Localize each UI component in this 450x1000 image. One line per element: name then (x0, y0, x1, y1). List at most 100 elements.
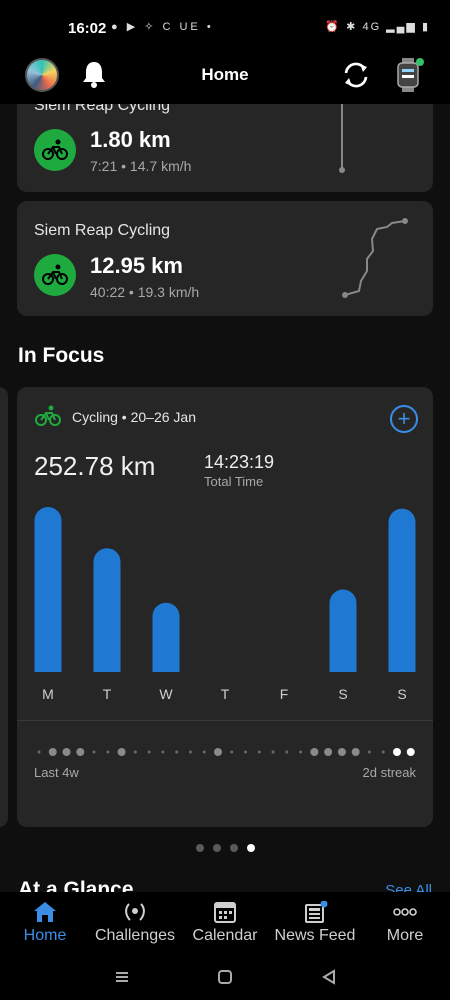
streak-dot (285, 750, 289, 754)
system-nav-bar (0, 954, 450, 1000)
see-all-link[interactable]: See All (385, 882, 432, 892)
app-header: Home (0, 46, 450, 104)
bar-base (388, 658, 416, 672)
previous-focus-card[interactable] (0, 387, 8, 827)
more-icon (393, 908, 417, 916)
streak-label: 2d streak (362, 765, 416, 780)
status-bar: 16:02 ● ▶ ✧ C UE • ⏰ ✱ 4G ▂▄▆ ▮ (0, 0, 450, 46)
route-map (342, 218, 408, 298)
streak-dot (188, 750, 192, 754)
day-label: S (338, 686, 348, 702)
streak-dot (92, 750, 96, 754)
streak-dots (37, 748, 415, 756)
activity-card[interactable]: Siem Reap Cycling 1.80 km 7:21 • 14.7 km… (17, 104, 433, 192)
bar (93, 548, 121, 672)
news-icon (305, 901, 328, 923)
pager-dot[interactable] (212, 844, 221, 852)
streak-dot (271, 750, 275, 754)
carousel-pager[interactable] (0, 844, 450, 854)
day-label: T (102, 686, 112, 702)
activity-distance: 1.80 km (90, 127, 171, 152)
day-label: S (397, 686, 407, 702)
page-title: Home (201, 65, 249, 84)
streak-dot (324, 748, 333, 756)
back-icon[interactable] (321, 969, 337, 985)
status-time: 16:02 (68, 20, 107, 37)
status-system-icons: ⏰ ✱ 4G ▂▄▆ ▮ (325, 21, 430, 33)
total-distance: 252.78 km (34, 451, 156, 481)
nav-calendar[interactable]: Calendar (180, 892, 270, 954)
streak-dot (106, 750, 110, 754)
bar (388, 508, 416, 672)
day-label: T (220, 686, 230, 702)
nav-label: News Feed (274, 927, 356, 944)
cycling-icon (34, 129, 76, 171)
activity-title: Siem Reap Cycling (34, 222, 171, 239)
streak-dot (213, 748, 222, 756)
nav-news-feed[interactable]: News Feed (270, 892, 360, 954)
activity-details: 40:22 • 19.3 km/h (90, 284, 200, 300)
streak-dot (147, 750, 151, 754)
day-label: W (159, 686, 173, 702)
streak-dot (381, 750, 385, 754)
nav-label: Calendar (192, 927, 258, 944)
streak-dot (202, 750, 206, 754)
streak-dot (117, 748, 126, 756)
streak-dot (244, 750, 248, 754)
streak-dot (337, 748, 346, 756)
streak-dot (37, 750, 41, 754)
bar-base (152, 658, 180, 672)
streak-dot (133, 750, 137, 754)
home-icon (34, 902, 56, 922)
nav-label: More (386, 927, 424, 944)
day-label: M (42, 686, 54, 702)
pager-dot[interactable] (195, 844, 204, 852)
cycling-icon (34, 254, 76, 296)
nav-more[interactable]: More (360, 892, 450, 954)
activity-title: Siem Reap Cycling (34, 104, 171, 114)
streak-dot (76, 748, 85, 756)
activity-card[interactable]: Siem Reap Cycling 12.95 km 40:22 • 19.3 … (17, 201, 433, 316)
streak-dot (299, 750, 303, 754)
streak-dot (175, 750, 179, 754)
activity-details: 7:21 • 14.7 km/h (90, 158, 192, 174)
streak-dot (310, 748, 319, 756)
last-weeks-label: Last 4w (34, 765, 79, 780)
cycling-icon (35, 405, 61, 426)
home-button-icon[interactable] (217, 969, 233, 985)
streak-dot (367, 750, 371, 754)
bar-base (93, 658, 121, 672)
watch-connected-dot (416, 58, 424, 66)
streak-dot (406, 748, 415, 756)
calendar-icon (214, 902, 236, 923)
divider (17, 720, 433, 721)
status-notification-icons: ● ▶ ✧ C UE • (111, 21, 214, 33)
bottom-nav: Home Challenges Calendar News Feed More (0, 892, 450, 954)
at-a-glance-heading: At a Glance (18, 878, 134, 892)
weekly-bar-chart (34, 507, 416, 672)
bar-base (329, 658, 357, 672)
route-map (339, 104, 345, 173)
nav-home[interactable]: Home (0, 892, 90, 954)
total-time-label: Total Time (204, 474, 264, 489)
sync-icon[interactable] (341, 60, 371, 90)
bar-base (34, 658, 62, 672)
in-focus-heading: In Focus (18, 344, 105, 367)
in-focus-card[interactable]: Cycling • 20–26 Jan + 252.78 km 14:23:19… (17, 387, 433, 827)
streak-dot (161, 750, 165, 754)
nav-label: Challenges (94, 927, 176, 944)
activity-distance: 12.95 km (90, 253, 183, 278)
add-icon[interactable]: + (390, 405, 418, 433)
bar (34, 507, 62, 672)
total-time-value: 14:23:19 (204, 452, 275, 472)
streak-dot (392, 748, 401, 756)
recents-icon[interactable] (114, 970, 130, 984)
streak-dot (257, 750, 261, 754)
streak-dot (230, 750, 234, 754)
nav-challenges[interactable]: Challenges (90, 892, 180, 954)
pager-dot[interactable] (246, 844, 255, 852)
streak-dot (48, 748, 57, 756)
pager-dot[interactable] (229, 844, 238, 852)
laurel-icon (125, 903, 145, 921)
home-feed[interactable]: Siem Reap Cycling 1.80 km 7:21 • 14.7 km… (0, 104, 450, 892)
